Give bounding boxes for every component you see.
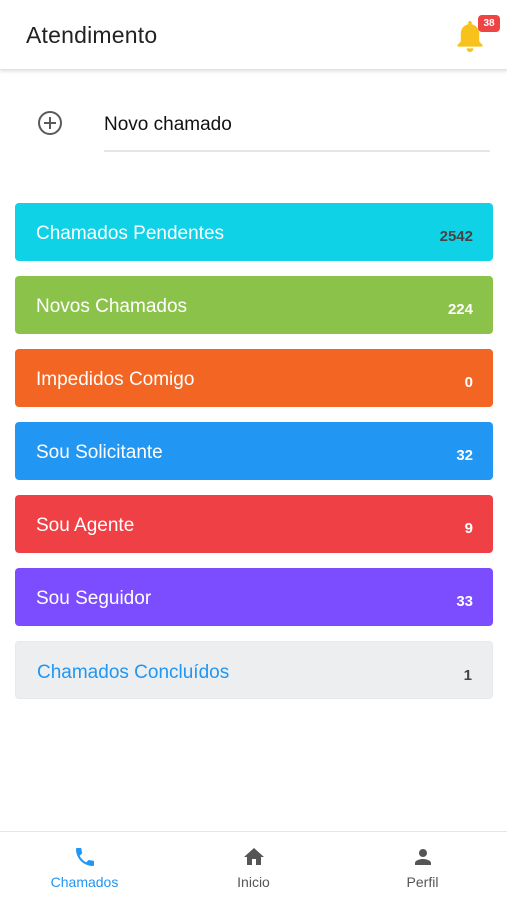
card-sou-agente[interactable]: Sou Agente 9 bbox=[15, 495, 493, 553]
divider bbox=[104, 150, 490, 152]
card-label: Chamados Concluídos bbox=[37, 662, 230, 683]
nav-inicio[interactable]: Inicio bbox=[169, 832, 338, 900]
nav-label: Inicio bbox=[237, 874, 270, 890]
nav-label: Chamados bbox=[50, 874, 119, 890]
category-list: Chamados Pendentes 2542 Novos Chamados 2… bbox=[15, 203, 493, 714]
phone-icon bbox=[73, 845, 97, 869]
person-icon bbox=[411, 845, 435, 869]
app-header: Atendimento 38 bbox=[0, 0, 507, 70]
nav-perfil[interactable]: Perfil bbox=[338, 832, 507, 900]
card-label: Novos Chamados bbox=[36, 296, 188, 317]
card-chamados-pendentes[interactable]: Chamados Pendentes 2542 bbox=[15, 203, 493, 261]
home-icon bbox=[242, 845, 266, 869]
card-count: 33 bbox=[456, 593, 473, 610]
nav-label: Perfil bbox=[406, 874, 439, 890]
card-count: 1 bbox=[463, 667, 472, 684]
card-label: Sou Solicitante bbox=[36, 442, 163, 463]
card-sou-seguidor[interactable]: Sou Seguidor 33 bbox=[15, 568, 493, 626]
card-count: 2542 bbox=[439, 228, 473, 245]
new-ticket-row[interactable]: Novo chamado bbox=[0, 96, 507, 154]
notification-badge: 38 bbox=[478, 15, 500, 32]
card-count: 224 bbox=[447, 301, 473, 318]
nav-chamados[interactable]: Chamados bbox=[0, 832, 169, 900]
card-count: 32 bbox=[456, 447, 473, 464]
bottom-nav: Chamados Inicio Perfil bbox=[0, 831, 507, 900]
card-count: 0 bbox=[464, 374, 473, 391]
app-screen: Atendimento 38 Novo chamado Chamados Pen… bbox=[0, 0, 507, 900]
card-novos-chamados[interactable]: Novos Chamados 224 bbox=[15, 276, 493, 334]
card-label: Sou Seguidor bbox=[36, 588, 152, 609]
card-sou-solicitante[interactable]: Sou Solicitante 32 bbox=[15, 422, 493, 480]
card-label: Chamados Pendentes bbox=[36, 223, 225, 244]
plus-circle-icon[interactable] bbox=[37, 110, 63, 136]
new-ticket-label[interactable]: Novo chamado bbox=[104, 114, 232, 136]
card-impedidos-comigo[interactable]: Impedidos Comigo 0 bbox=[15, 349, 493, 407]
card-count: 9 bbox=[464, 520, 473, 537]
card-label: Sou Agente bbox=[36, 515, 135, 536]
card-label: Impedidos Comigo bbox=[36, 369, 195, 390]
page-title: Atendimento bbox=[26, 22, 158, 48]
card-chamados-concluidos[interactable]: Chamados Concluídos 1 bbox=[15, 641, 493, 699]
